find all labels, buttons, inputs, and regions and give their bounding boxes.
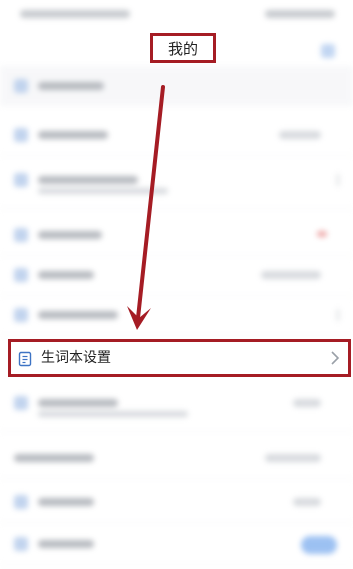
list-icon — [14, 173, 28, 187]
list-item-text — [38, 131, 108, 139]
blurred-background — [0, 0, 353, 569]
list-item[interactable] — [0, 66, 353, 106]
chevron-right-icon — [329, 174, 339, 186]
list-item-text — [38, 231, 102, 239]
toggle-switch[interactable] — [301, 536, 337, 554]
list-icon — [14, 128, 28, 142]
list-item[interactable] — [0, 215, 353, 256]
chevron-right-icon — [329, 309, 339, 321]
status-icons-left — [20, 10, 130, 18]
list-item-text — [38, 176, 138, 184]
list-item-value — [261, 271, 321, 279]
page-title-highlight: 我的 — [150, 33, 216, 63]
screenshot-page: 我的 生词本设置 — [0, 0, 353, 569]
chevron-right-icon — [331, 351, 340, 365]
list-item-text — [38, 311, 118, 319]
list-item[interactable] — [0, 255, 353, 296]
list-icon — [14, 308, 28, 322]
page-title: 我的 — [167, 39, 198, 58]
status-icons-right — [265, 10, 335, 18]
list-item-text — [38, 82, 104, 90]
list-item-text — [38, 271, 94, 279]
annotation-arrow — [127, 85, 165, 330]
list-item-subtext — [38, 188, 168, 194]
settings-icon[interactable] — [321, 44, 335, 58]
list-item-text — [38, 399, 118, 407]
vocab-book-settings-row[interactable]: 生词本设置 — [8, 339, 351, 377]
notebook-icon — [18, 351, 32, 367]
list-item-value — [293, 498, 321, 506]
list-item[interactable] — [0, 438, 353, 479]
status-bar — [0, 0, 353, 28]
list-item[interactable] — [0, 160, 353, 209]
list-item-value — [279, 131, 321, 139]
list-item-value — [293, 399, 321, 407]
list-item[interactable] — [0, 295, 353, 336]
list-icon — [14, 268, 28, 282]
list-item[interactable] — [0, 383, 353, 432]
arrow-head — [127, 306, 151, 330]
list-icon — [14, 228, 28, 242]
list-item-text — [38, 540, 94, 548]
list-item[interactable] — [0, 115, 353, 156]
list-item-text — [38, 498, 94, 506]
list-item[interactable] — [0, 482, 353, 523]
badge — [317, 231, 327, 237]
list-item-value — [265, 454, 321, 462]
vocab-book-settings-label: 生词本设置 — [41, 350, 111, 366]
profile-header — [0, 66, 353, 106]
list-icon — [14, 396, 28, 410]
list-icon — [14, 495, 28, 509]
list-item[interactable] — [0, 524, 353, 565]
user-icon — [14, 79, 28, 93]
arrow-shaft — [136, 85, 165, 320]
list-item-text — [14, 454, 94, 462]
list-icon — [14, 537, 28, 551]
list-item-subtext — [38, 411, 188, 417]
